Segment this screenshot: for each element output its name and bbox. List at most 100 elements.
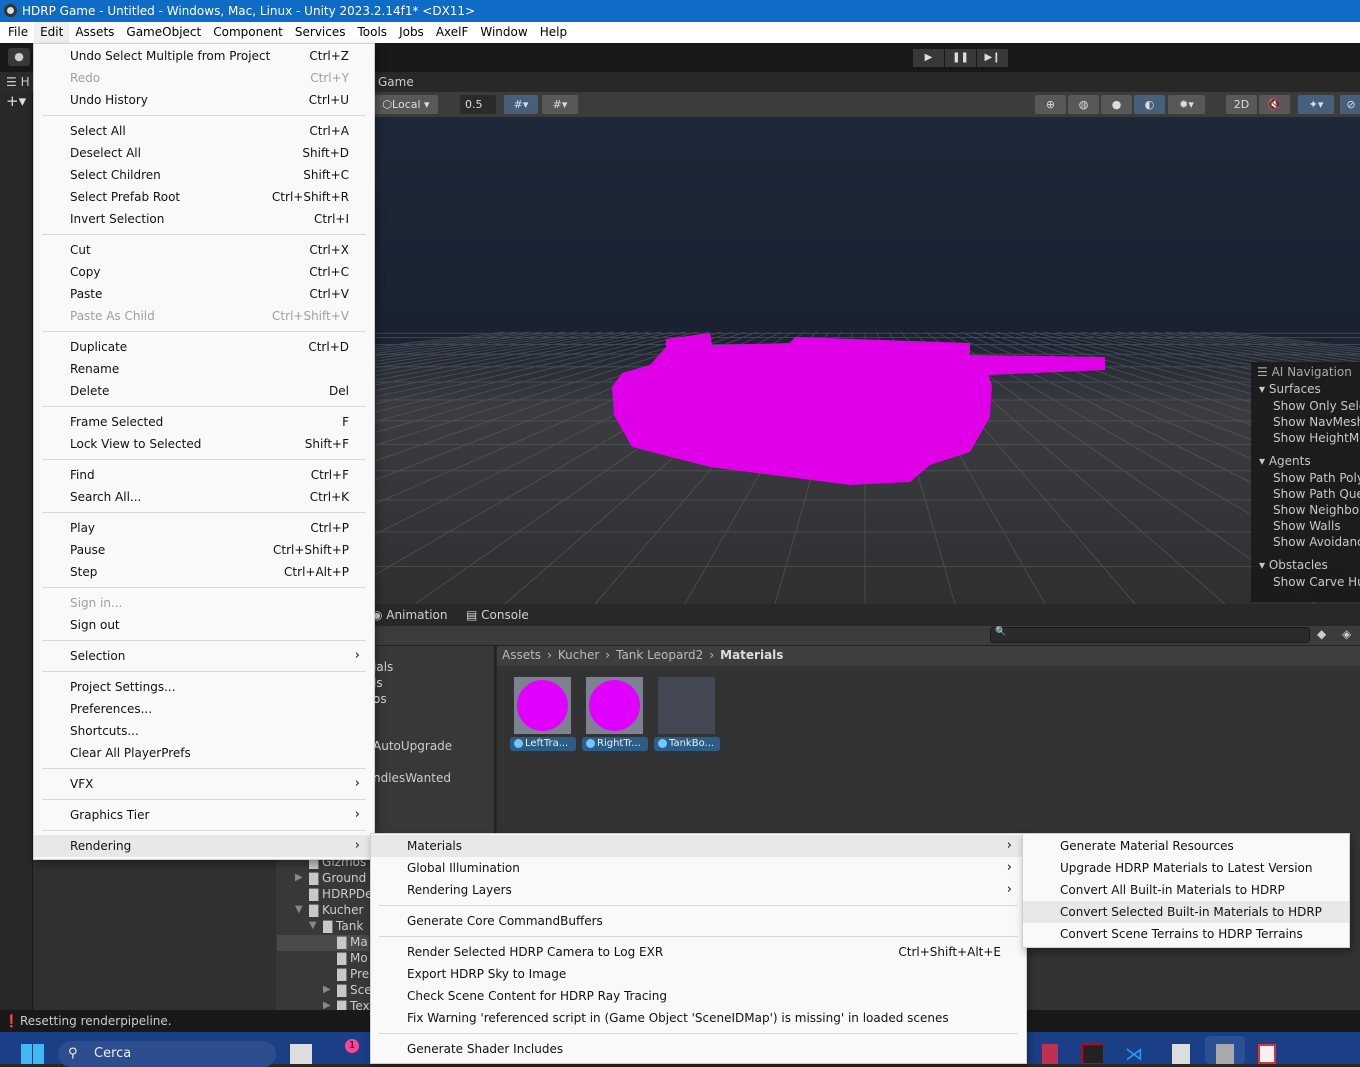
menu-item-generate-material-resources[interactable]: Generate Material Resources <box>1023 835 1349 857</box>
vscode-icon[interactable]: ⋊ <box>1125 1044 1147 1065</box>
folder-item[interactable]: ▇ Ma <box>337 935 370 949</box>
asset-label[interactable]: RightTr... <box>582 737 648 751</box>
menu-item-select-all[interactable]: Select All Ctrl+A <box>34 120 374 142</box>
add-button[interactable]: +▾ <box>6 92 26 110</box>
menu-item-materials[interactable]: Materials › <box>371 835 1026 857</box>
foldout-arrow-icon[interactable]: ▼ <box>295 904 303 915</box>
breadcrumb-item[interactable]: Tank Leopard2 <box>616 648 703 662</box>
menu-item-project-settings[interactable]: Project Settings... <box>34 676 374 698</box>
task-view-icon[interactable] <box>290 1044 312 1064</box>
menu-item-check-scene-content-for-hdrp-ray-tracing[interactable]: Check Scene Content for HDRP Ray Tracing <box>371 985 1026 1007</box>
menu-services[interactable]: Services <box>289 22 352 43</box>
lit-draw-mode-icon[interactable]: ◐ <box>1134 95 1165 114</box>
menu-item-convert-selected-built-in-materials-to-h[interactable]: Convert Selected Built-in Materials to H… <box>1023 901 1349 923</box>
increment-snap-button[interactable]: #▾ <box>542 95 578 114</box>
menu-item-search-all[interactable]: Search All... Ctrl+K <box>34 486 374 508</box>
step-button[interactable]: ▶❙ <box>977 49 1008 67</box>
shaded-wireframe-icon[interactable]: ◍ <box>1068 95 1099 114</box>
hidden-objects-icon[interactable]: ⊘ <box>1340 95 1360 114</box>
menu-item-step[interactable]: Step Ctrl+Alt+P <box>34 561 374 583</box>
audio-mute-icon[interactable]: 🔇 <box>1259 95 1290 114</box>
menu-item-frame-selected[interactable]: Frame Selected F <box>34 411 374 433</box>
account-icon[interactable]: ● <box>8 48 30 66</box>
drag-handle-icon[interactable]: ☰ <box>1257 365 1268 379</box>
menu-item-find[interactable]: Find Ctrl+F <box>34 464 374 486</box>
menu-item-generate-shader-includes[interactable]: Generate Shader Includes <box>371 1038 1026 1060</box>
menu-item-graphics-tier[interactable]: Graphics Tier › <box>34 804 374 826</box>
menu-item-copy[interactable]: Copy Ctrl+C <box>34 261 374 283</box>
unity-editor-taskbar-button[interactable] <box>1205 1036 1245 1064</box>
project-tree-item[interactable]: os <box>373 692 387 706</box>
nav-toggle-item[interactable]: Show Path Query Nodes <box>1251 486 1360 502</box>
menu-item-play[interactable]: Play Ctrl+P <box>34 517 374 539</box>
menu-item-paste[interactable]: Paste Ctrl+V <box>34 283 374 305</box>
menu-item-select-prefab-root[interactable]: Select Prefab Root Ctrl+Shift+R <box>34 186 374 208</box>
folder-item[interactable]: ▇ Tank <box>323 919 370 933</box>
asset-thumbnail[interactable] <box>586 677 643 734</box>
menu-item-convert-scene-terrains-to-hdrp-terrains[interactable]: Convert Scene Terrains to HDRP Terrains <box>1023 923 1349 945</box>
2d-toggle[interactable]: 2D <box>1226 95 1257 114</box>
foldout-surfaces[interactable]: ▾ Surfaces <box>1251 380 1360 398</box>
menu-jobs[interactable]: Jobs <box>393 22 430 43</box>
menu-gameobject[interactable]: GameObject <box>120 22 207 43</box>
menu-item-rename[interactable]: Rename <box>34 358 374 380</box>
debug-draw-icon[interactable]: ✹▾ <box>1168 95 1205 114</box>
menu-item-select-children[interactable]: Select Children Shift+C <box>34 164 374 186</box>
filter-by-label-icon[interactable]: ◈ <box>1342 627 1351 641</box>
tab-animation[interactable]: ◉ Animation <box>372 604 447 626</box>
wireframe-icon[interactable]: ⊕ <box>1035 95 1066 114</box>
menu-item-convert-all-built-in-materials-to-hdrp[interactable]: Convert All Built-in Materials to HDRP <box>1023 879 1349 901</box>
unity-hub-icon[interactable] <box>1172 1044 1190 1064</box>
menu-axelf[interactable]: AxelF <box>430 22 475 43</box>
menu-item-export-hdrp-sky-to-image[interactable]: Export HDRP Sky to Image <box>371 963 1026 985</box>
status-message[interactable]: Resetting renderpipeline. <box>20 1014 172 1028</box>
scene-viewport[interactable] <box>0 117 1360 605</box>
foldout-arrow-icon[interactable]: ▶ <box>295 872 303 883</box>
project-tree-item[interactable]: AutoUpgrade <box>373 739 452 753</box>
nav-toggle-item[interactable]: Show Neighbours <box>1251 502 1360 518</box>
menu-file[interactable]: File <box>2 22 34 43</box>
pivot-dropdown[interactable]: ⬡Local ▾ <box>374 95 438 114</box>
app-icon[interactable] <box>1082 1044 1104 1064</box>
filter-by-type-icon[interactable]: ◆ <box>1317 627 1326 641</box>
snap-value-input[interactable]: 0.5 <box>460 95 496 114</box>
menu-item-sign-out[interactable]: Sign out <box>34 614 374 636</box>
asset-thumbnail[interactable] <box>514 677 571 734</box>
menu-window[interactable]: Window <box>474 22 533 43</box>
menu-help[interactable]: Help <box>534 22 573 43</box>
menu-item-invert-selection[interactable]: Invert Selection Ctrl+I <box>34 208 374 230</box>
folder-item[interactable]: ▇ Mo <box>337 951 370 965</box>
menu-item-render-selected-hdrp-camera-to-log-exr[interactable]: Render Selected HDRP Camera to Log EXR Ct… <box>371 941 1026 963</box>
shaded-icon[interactable]: ● <box>1101 95 1132 114</box>
menu-tools[interactable]: Tools <box>352 22 394 43</box>
snipping-tool-icon[interactable] <box>1258 1044 1276 1064</box>
effects-icon[interactable]: ✦▾ <box>1298 95 1334 114</box>
folder-item[interactable]: ▇ Sce <box>337 983 370 997</box>
folder-item[interactable]: ▇ Ground <box>309 871 370 885</box>
asset-thumbnail[interactable] <box>658 677 715 734</box>
nav-toggle-item[interactable]: Show Path Polygons <box>1251 470 1360 486</box>
project-tree-item[interactable]: ls <box>373 676 383 690</box>
menu-item-rendering-layers[interactable]: Rendering Layers › <box>371 879 1026 901</box>
menu-item-preferences[interactable]: Preferences... <box>34 698 374 720</box>
menu-edit[interactable]: Edit <box>34 22 70 43</box>
nav-toggle-item[interactable]: Show Walls <box>1251 518 1360 534</box>
menu-item-clear-all-playerprefs[interactable]: Clear All PlayerPrefs <box>34 742 374 764</box>
menu-item-fix-warning-referenced-script-in-game-ob[interactable]: Fix Warning 'referenced script in (Game … <box>371 1007 1026 1029</box>
play-button[interactable]: ▶ <box>913 49 944 67</box>
grid-snap-button[interactable]: #▾ <box>504 95 538 114</box>
menu-item-generate-core-commandbuffers[interactable]: Generate Core CommandBuffers <box>371 910 1026 932</box>
hierarchy-tab[interactable]: ☰ H <box>0 72 33 92</box>
menu-item-delete[interactable]: Delete Del <box>34 380 374 402</box>
pause-button[interactable]: ❚❚ <box>945 49 976 67</box>
foldout-arrow-icon[interactable]: ▼ <box>309 920 317 931</box>
folder-item[interactable]: ▇ Pre <box>337 967 370 981</box>
tab-console[interactable]: ▤ Console <box>466 604 529 626</box>
nav-toggle-item[interactable]: Show Only Selected <box>1251 398 1360 414</box>
breadcrumb-item[interactable]: Materials <box>720 648 783 662</box>
nav-toggle-item[interactable]: Show HeightMesh <box>1251 430 1360 446</box>
nav-toggle-item[interactable]: Show Carve Hull <box>1251 574 1360 590</box>
asset-label[interactable]: LeftTra... <box>510 737 576 751</box>
menu-item-deselect-all[interactable]: Deselect All Shift+D <box>34 142 374 164</box>
project-tree-item[interactable]: ndlesWanted <box>373 771 451 785</box>
